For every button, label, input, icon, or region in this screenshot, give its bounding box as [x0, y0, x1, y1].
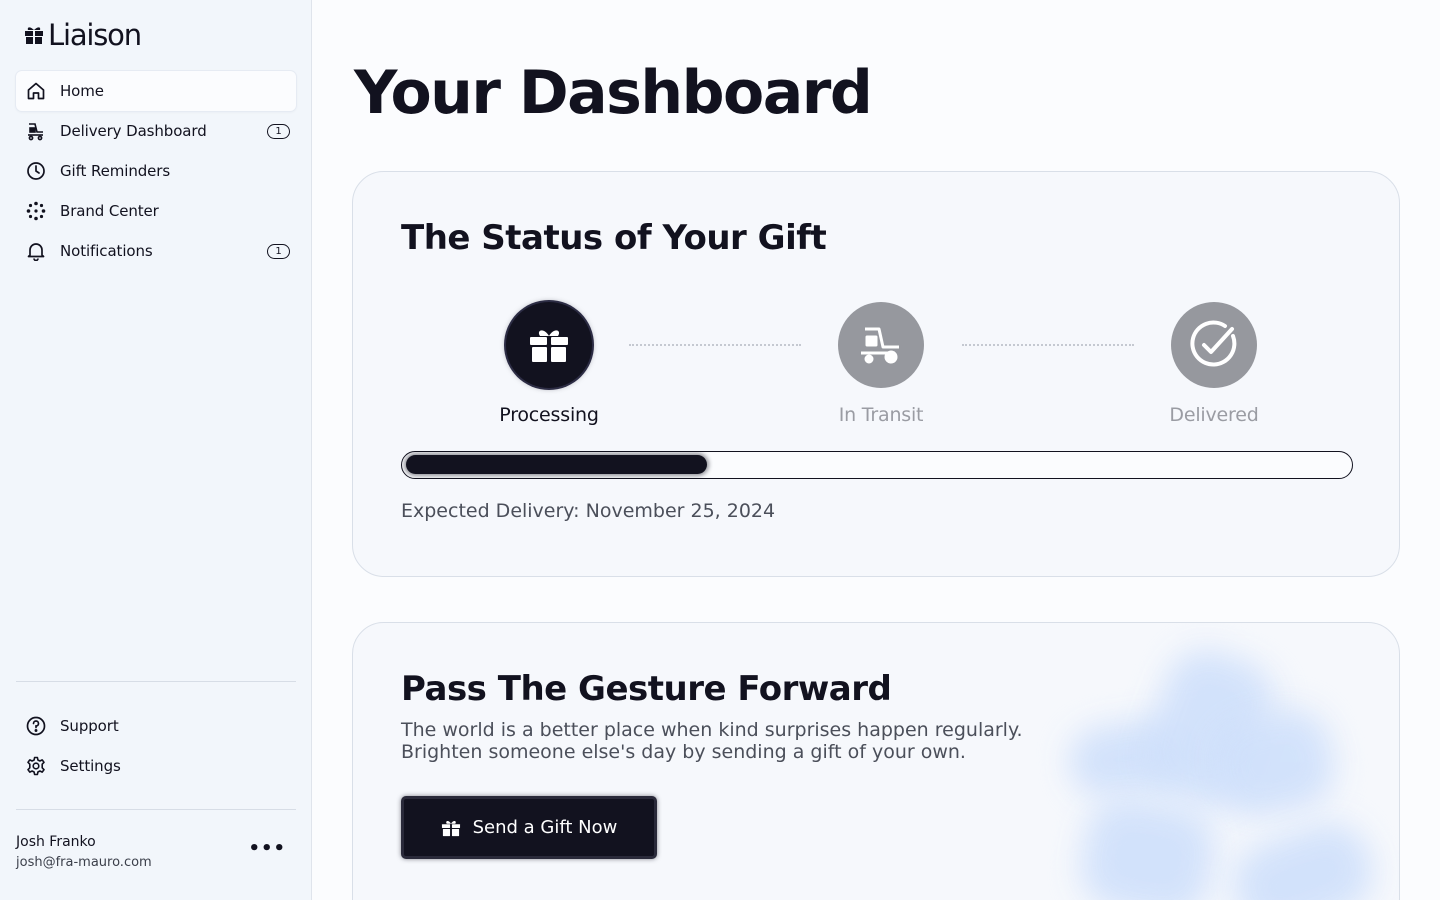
- sidebar-item-label: Notifications: [60, 242, 153, 260]
- sidebar-item-label: Brand Center: [60, 202, 159, 220]
- step-connector: [962, 344, 1134, 346]
- sidebar-item-notifications[interactable]: Notifications 1: [16, 231, 296, 271]
- step-label: Processing: [499, 404, 599, 426]
- sidebar-item-label: Support: [60, 717, 119, 735]
- pass-forward-card: Pass The Gesture Forward The world is a …: [352, 622, 1400, 900]
- help-circle-icon: [26, 716, 46, 736]
- expected-delivery: Expected Delivery: November 25, 2024: [401, 500, 776, 522]
- user-profile: Josh Franko josh@fra-mauro.com •••: [16, 834, 296, 870]
- gift-status-card: The Status of Your Gift Processing In Tr…: [352, 171, 1400, 577]
- card-title: Pass The Gesture Forward: [401, 669, 892, 709]
- delivery-cart-icon: [26, 121, 46, 141]
- sidebar-item-label: Home: [60, 82, 104, 100]
- step-label: Delivered: [1169, 404, 1259, 426]
- send-gift-button[interactable]: Send a Gift Now: [401, 796, 657, 859]
- gift-logo-icon: [25, 27, 43, 44]
- sidebar-bottom-nav: Support Settings: [16, 706, 296, 786]
- forward-description: The world is a better place when kind su…: [401, 719, 1023, 763]
- gift-icon: [441, 820, 460, 836]
- delivery-progress-bar: [401, 451, 1353, 479]
- step-label: In Transit: [838, 404, 924, 426]
- step-processing: Processing: [469, 302, 629, 426]
- dots-grid-icon: [26, 201, 46, 221]
- sidebar: Liaison Home Delivery Dashboard 1 Gift R…: [0, 0, 312, 900]
- sidebar-divider: [16, 681, 296, 682]
- sidebar-nav: Home Delivery Dashboard 1 Gift Reminders…: [16, 71, 296, 271]
- step-delivered: Delivered: [1134, 302, 1294, 426]
- bell-icon: [26, 241, 46, 261]
- sidebar-item-home[interactable]: Home: [16, 71, 296, 111]
- step-connector: [629, 344, 801, 346]
- sidebar-item-label: Delivery Dashboard: [60, 122, 207, 140]
- sidebar-item-support[interactable]: Support: [16, 706, 296, 746]
- delivery-cart-icon: [838, 302, 924, 388]
- more-options-button[interactable]: •••: [248, 840, 286, 858]
- card-title: The Status of Your Gift: [401, 218, 827, 258]
- sidebar-item-settings[interactable]: Settings: [16, 746, 296, 786]
- home-icon: [26, 81, 46, 101]
- sidebar-item-label: Gift Reminders: [60, 162, 171, 180]
- send-gift-button-label: Send a Gift Now: [472, 817, 618, 838]
- app-name: Liaison: [48, 18, 142, 52]
- sidebar-item-gift-reminders[interactable]: Gift Reminders: [16, 151, 296, 191]
- gift-icon: [506, 302, 592, 388]
- sidebar-divider: [16, 809, 296, 810]
- count-badge: 1: [267, 243, 290, 259]
- gear-icon: [26, 756, 46, 776]
- check-circle-icon: [1171, 302, 1257, 388]
- page-title: Your Dashboard: [354, 58, 873, 128]
- sidebar-item-brand-center[interactable]: Brand Center: [16, 191, 296, 231]
- count-badge: 1: [267, 123, 290, 139]
- decorative-blob: [1221, 811, 1385, 900]
- forward-text-line: The world is a better place when kind su…: [401, 719, 1023, 741]
- app-logo[interactable]: Liaison: [24, 18, 142, 52]
- sidebar-item-delivery-dashboard[interactable]: Delivery Dashboard 1: [16, 111, 296, 151]
- step-in-transit: In Transit: [801, 302, 961, 426]
- main-content: Your Dashboard The Status of Your Gift P…: [312, 0, 1440, 900]
- decorative-blob: [1074, 792, 1222, 900]
- progress-fill: [406, 455, 707, 474]
- clock-icon: [26, 161, 46, 181]
- forward-text-line: Brighten someone else's day by sending a…: [401, 741, 966, 763]
- sidebar-item-label: Settings: [60, 757, 121, 775]
